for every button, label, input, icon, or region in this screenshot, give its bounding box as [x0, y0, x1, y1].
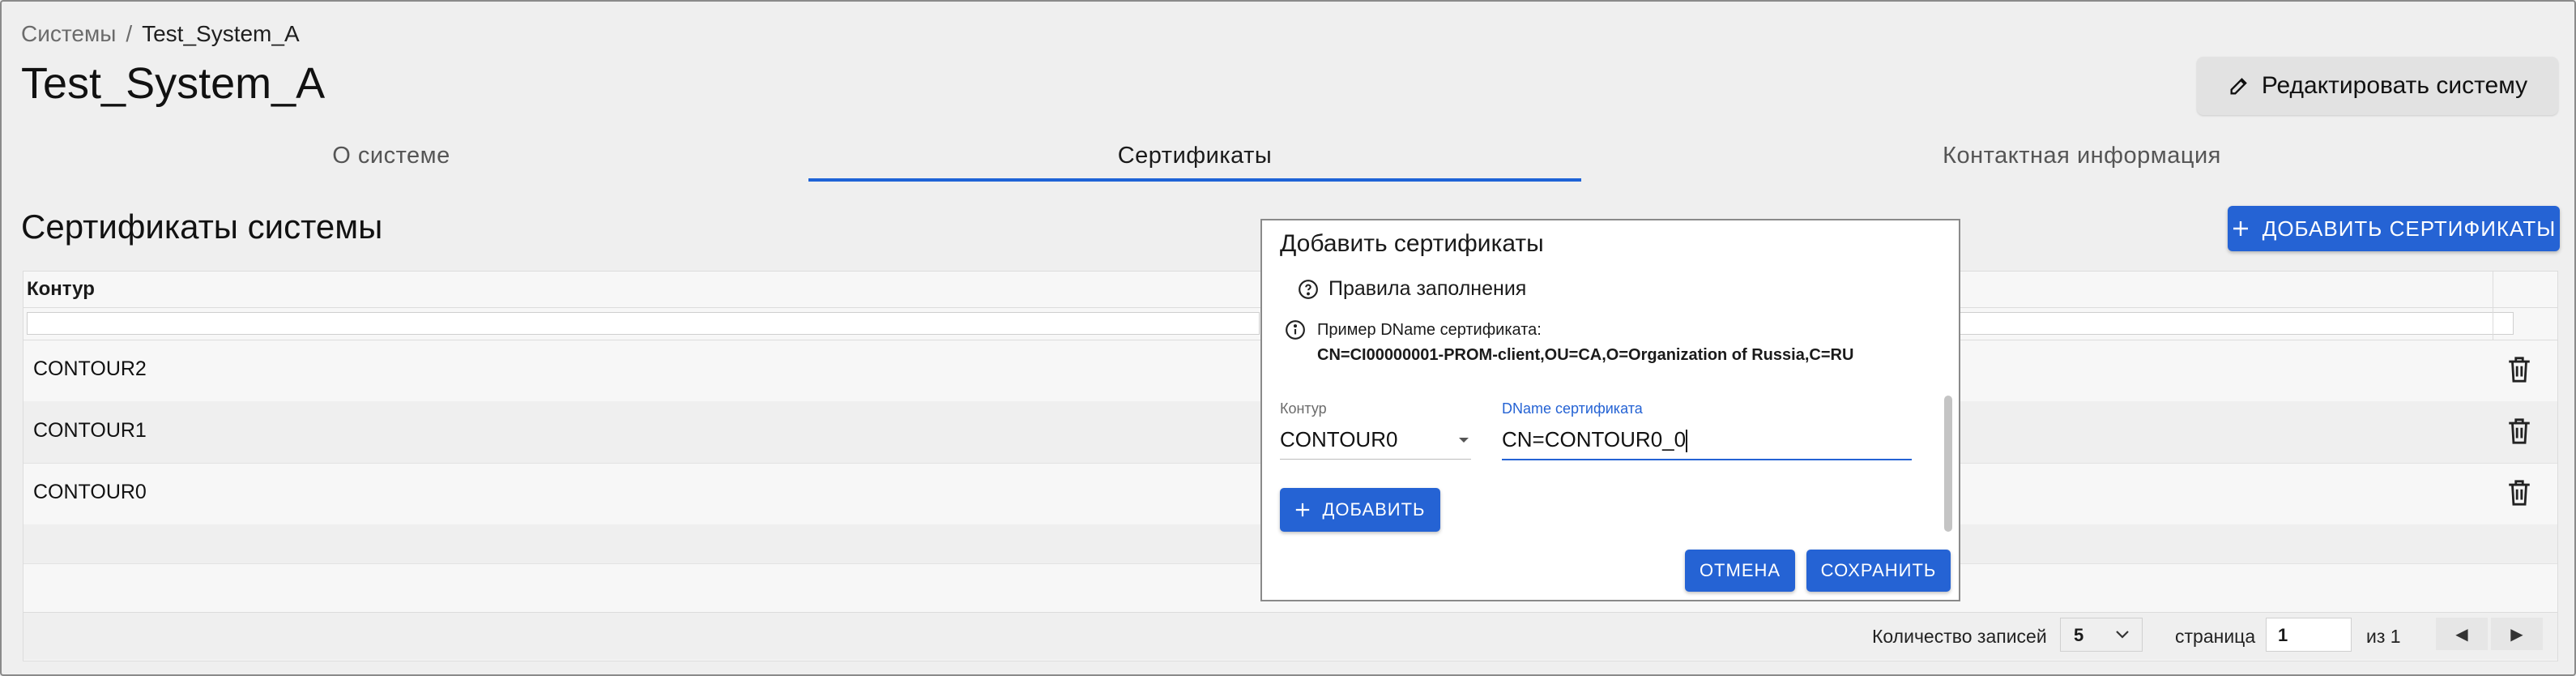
page-total-label: из 1	[2366, 626, 2401, 647]
breadcrumb-current: Test_System_A	[142, 21, 300, 46]
section-title: Сертификаты системы	[21, 208, 383, 246]
dname-example-hint: Пример DName сертификата: CN=CI00000001-…	[1285, 318, 1853, 368]
dname-field[interactable]: DName сертификата CN=CONTOUR0_0	[1502, 400, 1912, 461]
save-button[interactable]: СОХРАНИТЬ	[1806, 550, 1951, 592]
contour-cell: CONTOUR1	[33, 419, 147, 442]
contour-filter-input[interactable]	[27, 312, 1260, 335]
add-certificates-label: ДОБАВИТЬ СЕРТИФИКАТЫ	[2262, 216, 2557, 241]
records-count-label: Количество записей	[1872, 626, 2047, 647]
contour-select[interactable]: Контур CONTOUR0	[1280, 400, 1471, 460]
dname-field-label: DName сертификата	[1502, 400, 1643, 417]
plus-icon	[1296, 503, 1310, 517]
page-input[interactable]: 1	[2266, 618, 2352, 652]
tab-certificates[interactable]: Сертификаты	[808, 131, 1581, 180]
tab-certificates-label: Сертификаты	[1117, 142, 1273, 169]
next-page-icon: ▶	[2510, 625, 2523, 644]
edit-system-button[interactable]: Редактировать систему	[2197, 57, 2558, 115]
cancel-button[interactable]: ОТМЕНА	[1685, 550, 1795, 592]
filling-rules-link[interactable]: Правила заполнения	[1298, 277, 1526, 301]
dialog-title: Добавить сертификаты	[1280, 230, 1544, 257]
example-value: CN=CI00000001-PROM-client,OU=CA,O=Organi…	[1317, 346, 1854, 364]
tab-about-label: О системе	[332, 142, 450, 169]
prev-page-button[interactable]: ◀	[2436, 618, 2488, 650]
pencil-icon	[2230, 78, 2247, 95]
text-caret	[1686, 430, 1688, 453]
dropdown-arrow-icon	[1459, 437, 1469, 443]
add-certificates-dialog: Добавить сертификаты Правила заполнения …	[1260, 219, 1960, 601]
add-row-label: ДОБАВИТЬ	[1322, 499, 1426, 520]
save-label: СОХРАНИТЬ	[1820, 560, 1937, 580]
breadcrumb-systems-link[interactable]: Системы	[21, 21, 116, 46]
trash-icon[interactable]	[2506, 477, 2533, 508]
breadcrumb: Системы / Test_System_A	[21, 21, 300, 47]
plus-icon	[2233, 221, 2248, 236]
breadcrumb-separator: /	[126, 21, 133, 46]
contour-cell: CONTOUR2	[33, 357, 147, 380]
column-header-contour[interactable]: Контур	[27, 278, 95, 301]
prev-page-icon: ◀	[2455, 625, 2468, 644]
chevron-down-icon	[2116, 631, 2129, 639]
tab-contacts[interactable]: Контактная информация	[1588, 131, 2576, 180]
help-circle-icon	[1299, 279, 1318, 299]
page-size-value: 5	[2074, 625, 2084, 645]
example-label: Пример DName сертификата:	[1317, 321, 1542, 339]
info-icon	[1286, 320, 1305, 340]
tab-contacts-label: Контактная информация	[1943, 142, 2221, 169]
page-label: страница	[2175, 626, 2256, 647]
page-size-select[interactable]: 5	[2060, 618, 2143, 652]
dname-input-value: CN=CONTOUR0_0	[1502, 427, 1687, 451]
add-certificates-button[interactable]: ДОБАВИТЬ СЕРТИФИКАТЫ	[2228, 206, 2560, 251]
edit-system-label: Редактировать систему	[2261, 72, 2528, 99]
trash-icon[interactable]	[2506, 416, 2533, 447]
contour-select-value: CONTOUR0	[1280, 427, 1398, 451]
page-value: 1	[2278, 625, 2288, 645]
contour-cell: CONTOUR0	[33, 481, 147, 503]
active-tab-indicator	[808, 178, 1581, 182]
dname-filter-input[interactable]	[1958, 312, 2514, 335]
table-pagination: Количество записей 5 страница 1 из 1 ◀ ▶	[23, 612, 2557, 660]
cancel-label: ОТМЕНА	[1699, 560, 1781, 580]
page-title: Test_System_A	[21, 59, 326, 108]
add-row-button[interactable]: ДОБАВИТЬ	[1280, 488, 1440, 532]
tab-about[interactable]: О системе	[0, 131, 783, 180]
trash-icon[interactable]	[2506, 354, 2533, 385]
contour-field-label: Контур	[1280, 400, 1327, 417]
dialog-scrollbar[interactable]	[1944, 396, 1952, 532]
next-page-button[interactable]: ▶	[2491, 618, 2543, 650]
filling-rules-label: Правила заполнения	[1329, 277, 1527, 300]
